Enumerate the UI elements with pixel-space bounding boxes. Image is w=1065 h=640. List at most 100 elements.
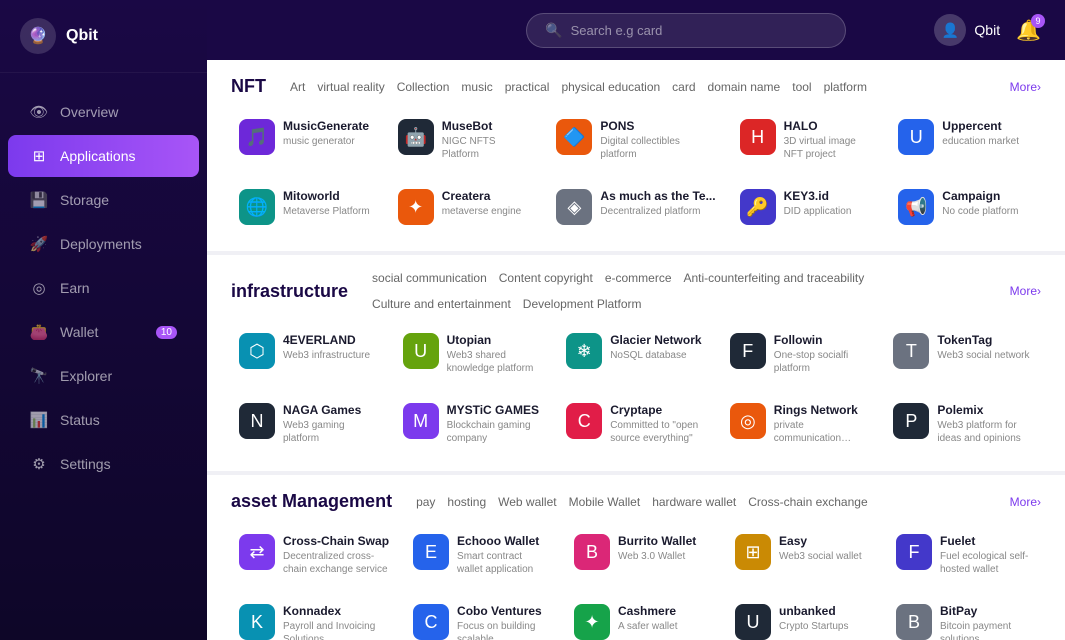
tag-hosting[interactable]: hosting <box>447 495 486 509</box>
tag-anticounterfeiting[interactable]: Anti-counterfeiting and traceability <box>684 271 865 285</box>
infrastructure-section: infrastructure social communication Cont… <box>207 255 1065 471</box>
sidebar-item-applications[interactable]: ⊞ Applications <box>8 135 199 177</box>
tag-content-copyright[interactable]: Content copyright <box>499 271 593 285</box>
card-naga-games[interactable]: N NAGA Games Web3 gaming platform <box>231 393 387 455</box>
card-info: KEY3.id DID application <box>784 189 875 218</box>
card-name: Cashmere <box>618 604 711 618</box>
card-burrito-wallet[interactable]: B Burrito Wallet Web 3.0 Wallet <box>566 524 719 586</box>
card-as-much-as-the-te...[interactable]: ◈ As much as the Te... Decentralized pla… <box>548 179 723 235</box>
card-info: Followin One-stop socialfi platform <box>774 333 870 375</box>
card-info: Cross-Chain Swap Decentralized cross-cha… <box>283 534 389 576</box>
sidebar-item-wallet[interactable]: 👛 Wallet 10 <box>8 311 199 353</box>
card-easy[interactable]: ⊞ Easy Web3 social wallet <box>727 524 880 586</box>
nft-section: NFT Art virtual reality Collection music… <box>207 60 1065 251</box>
tag-physical-education[interactable]: physical education <box>561 80 660 94</box>
tag-platform[interactable]: platform <box>824 80 867 94</box>
sidebar-item-deployments[interactable]: 🚀 Deployments <box>8 223 199 265</box>
card-icon: ⊞ <box>735 534 771 570</box>
infrastructure-more-button[interactable]: More› <box>1010 284 1041 298</box>
card-info: Rings Network private communication netw… <box>774 403 870 445</box>
tag-virtual-reality[interactable]: virtual reality <box>317 80 384 94</box>
tag-social-comm[interactable]: social communication <box>372 271 487 285</box>
asset-management-cards-grid: ⇄ Cross-Chain Swap Decentralized cross-c… <box>231 524 1041 640</box>
asset-management-more-button[interactable]: More› <box>1010 495 1041 509</box>
tag-mobile-wallet[interactable]: Mobile Wallet <box>569 495 641 509</box>
sidebar-item-explorer[interactable]: 🔭 Explorer <box>8 355 199 397</box>
card-key3.id[interactable]: 🔑 KEY3.id DID application <box>732 179 883 235</box>
card-4everland[interactable]: ⬡ 4EVERLAND Web3 infrastructure <box>231 323 387 385</box>
card-name: Polemix <box>937 403 1033 417</box>
sidebar-item-overview[interactable]: 👁 Overview <box>8 91 199 133</box>
tag-hardware-wallet[interactable]: hardware wallet <box>652 495 736 509</box>
card-followin[interactable]: F Followin One-stop socialfi platform <box>722 323 878 385</box>
card-konnadex[interactable]: K Konnadex Payroll and Invoicing Solutio… <box>231 594 397 640</box>
card-fuelet[interactable]: F Fuelet Fuel ecological self-hosted wal… <box>888 524 1041 586</box>
card-mystic-games[interactable]: M MYSTiC GAMES Blockchain gaming company <box>395 393 551 455</box>
card-cross-chain-swap[interactable]: ⇄ Cross-Chain Swap Decentralized cross-c… <box>231 524 397 586</box>
sidebar-label-applications: Applications <box>60 148 136 164</box>
card-glacier-network[interactable]: ❄ Glacier Network NoSQL database <box>558 323 714 385</box>
tag-ecommerce[interactable]: e-commerce <box>605 271 672 285</box>
card-musebot[interactable]: 🤖 MuseBot NIGC NFTS Platform <box>390 109 541 171</box>
card-cryptape[interactable]: C Cryptape Committed to "open source eve… <box>558 393 714 455</box>
card-desc: No code platform <box>942 205 1033 218</box>
card-icon: C <box>566 403 602 439</box>
tag-practical[interactable]: practical <box>505 80 550 94</box>
card-desc: Web 3.0 Wallet <box>618 550 711 563</box>
tag-culture[interactable]: Culture and entertainment <box>372 297 511 311</box>
notification-badge: 9 <box>1031 14 1045 28</box>
search-container[interactable]: 🔍 <box>526 13 846 48</box>
card-mitoworld[interactable]: 🌐 Mitoworld Metaverse Platform <box>231 179 382 235</box>
card-name: MuseBot <box>442 119 533 133</box>
card-icon: N <box>239 403 275 439</box>
card-desc: Web3 gaming platform <box>283 419 379 445</box>
logo-icon: 🔮 <box>20 18 56 54</box>
tag-pay[interactable]: pay <box>416 495 435 509</box>
tag-card[interactable]: card <box>672 80 695 94</box>
card-cashmere[interactable]: ✦ Cashmere A safer wallet <box>566 594 719 640</box>
card-info: TokenTag Web3 social network <box>937 333 1033 362</box>
card-bitpay[interactable]: B BitPay Bitcoin payment solutions <box>888 594 1041 640</box>
card-createra[interactable]: ✦ Createra metaverse engine <box>390 179 541 235</box>
card-utopian[interactable]: U Utopian Web3 shared knowledge platform <box>395 323 551 385</box>
card-name: Echooo Wallet <box>457 534 550 548</box>
card-musicgenerate[interactable]: 🎵 MusicGenerate music generator <box>231 109 382 171</box>
card-name: Followin <box>774 333 870 347</box>
card-unbanked[interactable]: U unbanked Crypto Startups <box>727 594 880 640</box>
search-input[interactable] <box>571 23 828 38</box>
sidebar-label-status: Status <box>60 412 100 428</box>
tag-cross-chain[interactable]: Cross-chain exchange <box>748 495 867 509</box>
card-desc: music generator <box>283 135 374 148</box>
card-info: Campaign No code platform <box>942 189 1033 218</box>
tag-collection[interactable]: Collection <box>397 80 450 94</box>
card-halo[interactable]: H HALO 3D virtual image NFT project <box>732 109 883 171</box>
card-info: 4EVERLAND Web3 infrastructure <box>283 333 379 362</box>
user-info: 👤 Qbit <box>934 14 1000 46</box>
card-tokentag[interactable]: T TokenTag Web3 social network <box>885 323 1041 385</box>
sidebar-item-settings[interactable]: ⚙ Settings <box>8 443 199 485</box>
tag-tool[interactable]: tool <box>792 80 811 94</box>
tag-dev-platform[interactable]: Development Platform <box>523 297 642 311</box>
sidebar-item-earn[interactable]: ◎ Earn <box>8 267 199 309</box>
sidebar-item-status[interactable]: 📊 Status <box>8 399 199 441</box>
notification-button[interactable]: 🔔 9 <box>1016 18 1041 43</box>
card-uppercent[interactable]: U Uppercent education market <box>890 109 1041 171</box>
tag-art[interactable]: Art <box>290 80 305 94</box>
tag-music[interactable]: music <box>461 80 492 94</box>
main-area: 🔍 👤 Qbit 🔔 9 NFT Art virtual reality Col <box>207 0 1065 640</box>
card-icon: 🎵 <box>239 119 275 155</box>
card-pons[interactable]: 🔷 PONS Digital collectibles platform <box>548 109 723 171</box>
card-rings-network[interactable]: ◎ Rings Network private communication ne… <box>722 393 878 455</box>
tag-web-wallet[interactable]: Web wallet <box>498 495 556 509</box>
nft-more-button[interactable]: More› <box>1010 80 1041 94</box>
card-echooo-wallet[interactable]: E Echooo Wallet Smart contract wallet ap… <box>405 524 558 586</box>
card-name: TokenTag <box>937 333 1033 347</box>
sidebar-item-storage[interactable]: 💾 Storage <box>8 179 199 221</box>
card-icon: P <box>893 403 929 439</box>
card-campaign[interactable]: 📢 Campaign No code platform <box>890 179 1041 235</box>
card-cobo-ventures[interactable]: C Cobo Ventures Focus on building scalab… <box>405 594 558 640</box>
card-desc: Payroll and Invoicing Solutions <box>283 620 389 640</box>
tag-domain-name[interactable]: domain name <box>708 80 781 94</box>
card-polemix[interactable]: P Polemix Web3 platform for ideas and op… <box>885 393 1041 455</box>
nft-header: NFT Art virtual reality Collection music… <box>231 76 1041 97</box>
